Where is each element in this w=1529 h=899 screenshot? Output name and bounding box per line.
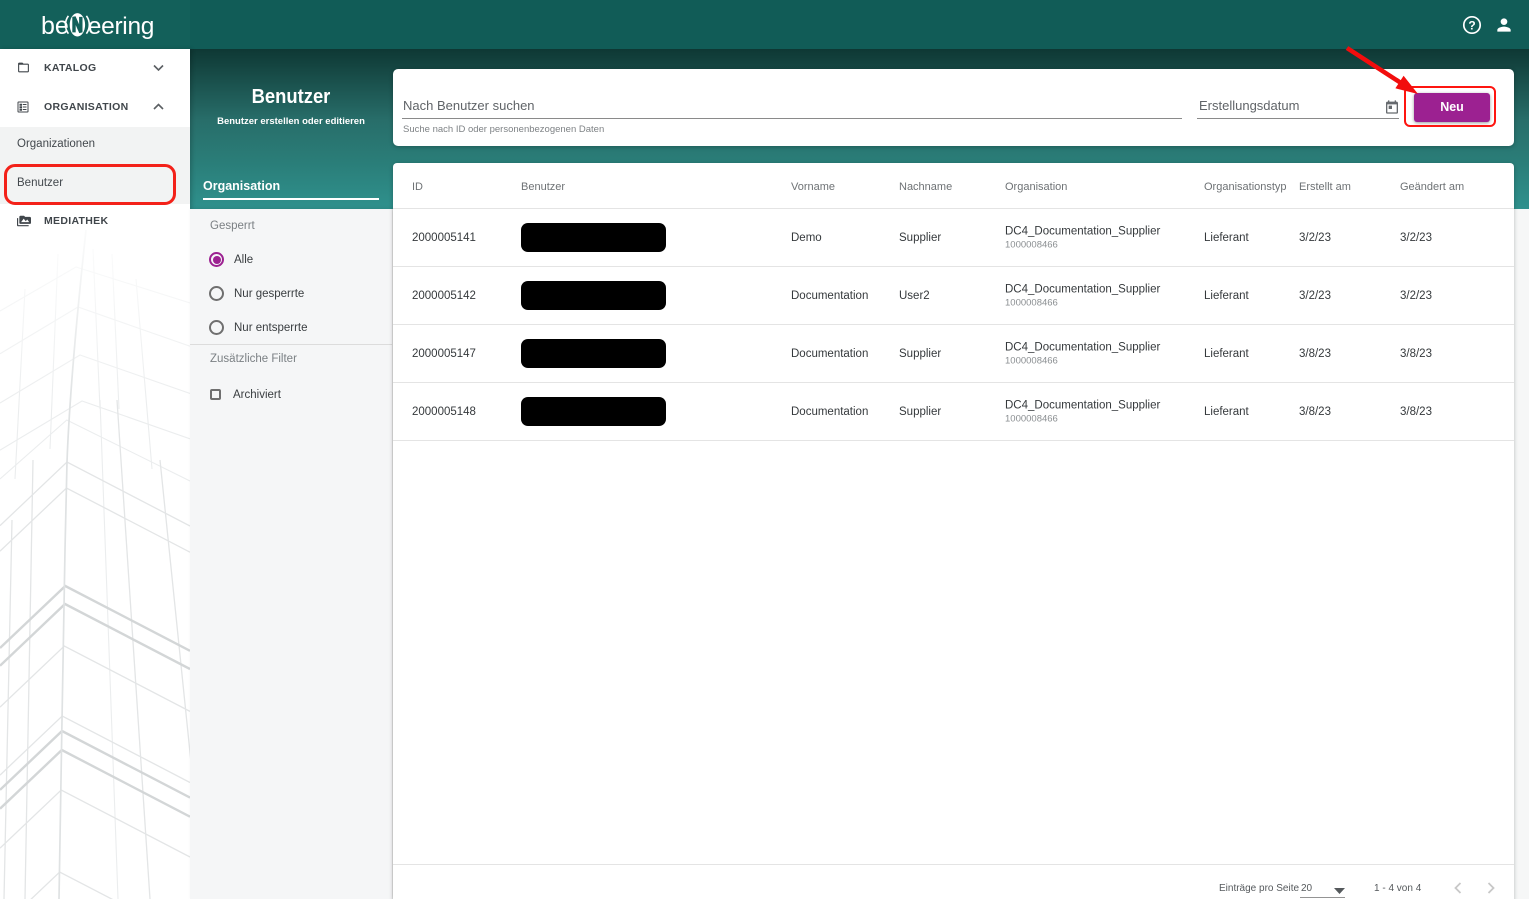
- svg-text:?: ?: [1468, 18, 1475, 32]
- svg-text:be: be: [41, 12, 69, 40]
- svg-text:eering: eering: [88, 13, 154, 40]
